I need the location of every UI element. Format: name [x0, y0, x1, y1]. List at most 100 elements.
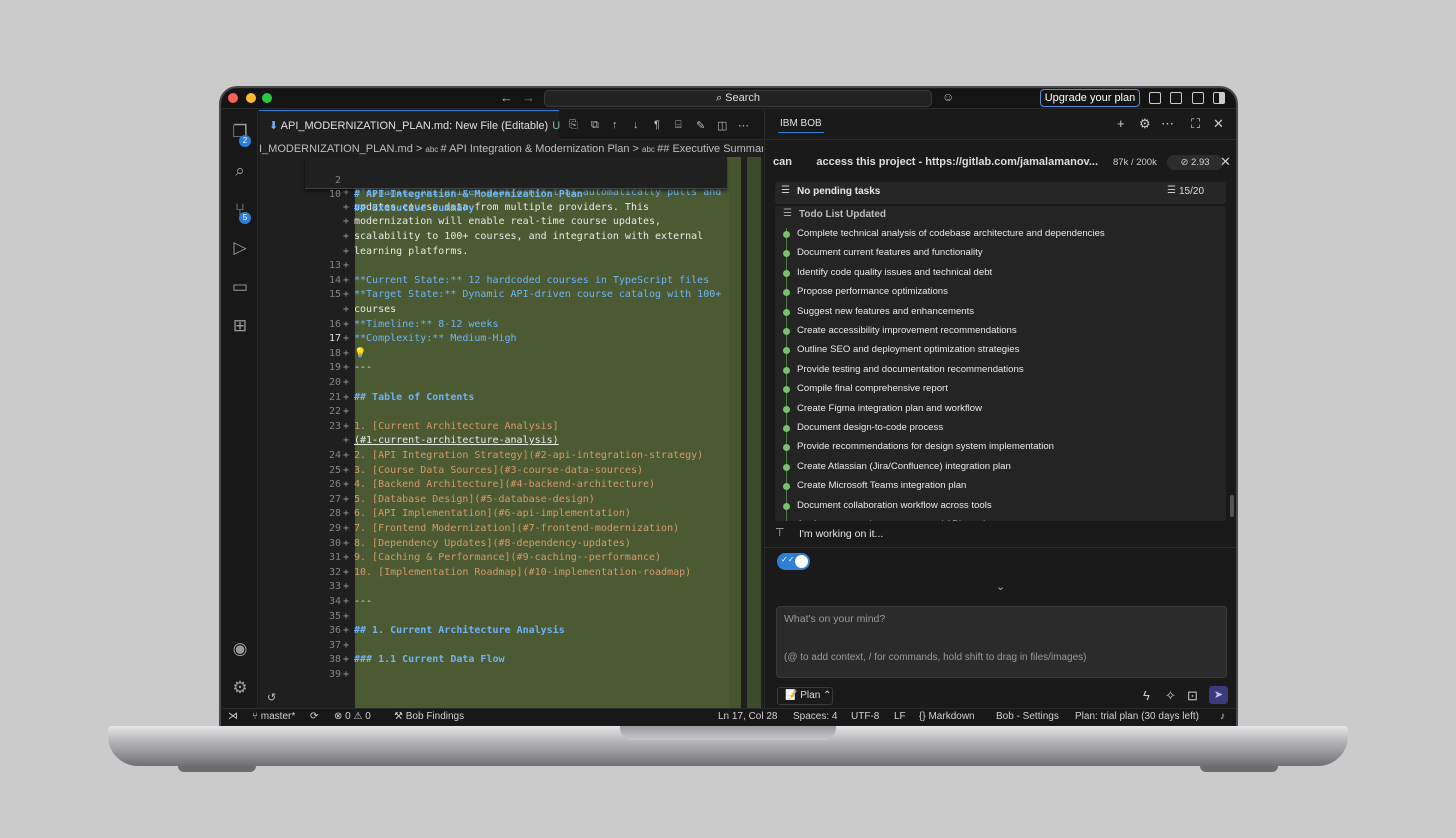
- more-actions-icon[interactable]: ⋯: [738, 119, 749, 132]
- new-task-plus-icon[interactable]: +: [1117, 117, 1125, 131]
- end-of-line[interactable]: LF: [894, 709, 906, 725]
- settings-gear-icon[interactable]: ⚙: [230, 678, 250, 698]
- close-window-button[interactable]: [228, 93, 238, 103]
- todo-text: Compile final comprehensive report: [797, 383, 948, 395]
- revert-icon[interactable]: ↺: [267, 691, 276, 704]
- line-number: 20: [328, 377, 341, 388]
- copilot-icon[interactable]: ☺: [942, 90, 954, 104]
- toggle-secondary-sidebar-icon[interactable]: [1213, 92, 1225, 104]
- branch-indicator[interactable]: ⑂ master*: [252, 709, 295, 725]
- breadcrumb-section-1[interactable]: abc # API Integration & Modernization Pl…: [425, 143, 629, 155]
- plan-status[interactable]: Plan: trial plan (30 days left): [1075, 709, 1199, 725]
- line-number: 25: [328, 464, 341, 476]
- ibm-bob-panel: IBM BOB + ⚙ ⋯ ⛶ ✕ can access this projec…: [764, 110, 1235, 708]
- account-icon[interactable]: ◉: [230, 639, 250, 659]
- line-text: ### 1.1 Current Data Flow: [354, 654, 505, 666]
- editor-tab-bar: ⬇ API_MODERNIZATION_PLAN.md: New File (E…: [259, 110, 763, 140]
- line-number: 26: [328, 479, 341, 491]
- chat-input[interactable]: What's on your mind? (@ to add context, …: [776, 606, 1227, 678]
- run-debug-icon[interactable]: ▷: [230, 238, 250, 258]
- extensions-icon[interactable]: ⊞: [230, 316, 250, 336]
- auto-approve-toggle[interactable]: ✓✓: [777, 553, 810, 570]
- bob-findings[interactable]: ⚒ Bob Findings: [394, 709, 464, 725]
- language-mode[interactable]: {} Markdown: [919, 709, 975, 725]
- completed-dot-icon: [783, 386, 790, 394]
- completed-dot-icon: [783, 425, 790, 432]
- compare-icon[interactable]: ⧉: [591, 119, 599, 132]
- panel-title[interactable]: IBM BOB: [778, 116, 824, 133]
- code-line: 39 +: [259, 668, 739, 683]
- remote-icon[interactable]: ⋊: [228, 709, 238, 725]
- panel-settings-gear-icon[interactable]: ⚙: [1139, 117, 1151, 131]
- todo-text: Create accessibility improvement recomme…: [797, 325, 1017, 336]
- forward-arrow-icon[interactable]: →: [522, 90, 535, 105]
- breadcrumb-file[interactable]: I_MODERNIZATION_PLAN.md: [259, 143, 413, 155]
- send-button[interactable]: ➤: [1209, 686, 1228, 704]
- open-preview-icon[interactable]: ⌸: [675, 119, 682, 132]
- breadcrumb: I_MODERNIZATION_PLAN.md > abc # API Inte…: [259, 141, 763, 157]
- pending-tasks-bar[interactable]: ☰ No pending tasks ☰ 15/20: [775, 182, 1226, 204]
- code-line: 38 + ### 1.1 Current Data Flow: [259, 653, 739, 668]
- added-marker: +: [343, 523, 350, 534]
- sticky-scroll-header[interactable]: 2 # API Integration & Modernization Plan…: [305, 157, 727, 214]
- todo-text: Document current features and functional…: [797, 247, 983, 259]
- cursor-position[interactable]: Ln 17, Col 28: [718, 709, 778, 725]
- maximize-window-button[interactable]: [262, 93, 272, 103]
- sync-icon[interactable]: ⟳: [310, 709, 318, 725]
- added-marker: +: [343, 391, 350, 403]
- indentation[interactable]: Spaces: 4: [793, 709, 837, 725]
- lightning-icon[interactable]: ϟ: [1143, 688, 1150, 703]
- heading-symbol-icon: abc: [425, 145, 441, 154]
- show-whitespace-icon[interactable]: ¶: [654, 119, 660, 131]
- previous-change-icon[interactable]: ↑: [612, 119, 618, 131]
- magic-wand-icon[interactable]: ✎: [696, 119, 705, 132]
- toggle-sidebar-icon[interactable]: [1170, 92, 1182, 104]
- todo-item: Provide recommendations for design syste…: [775, 438, 1226, 457]
- line-number: 13: [328, 260, 341, 272]
- open-changes-icon[interactable]: ⎘: [569, 119, 578, 132]
- chat-input-hint: (@ to add context, / for commands, hold …: [784, 652, 1087, 663]
- code-line: 14 + **Current State:** 12 hardcoded cours…: [259, 274, 739, 289]
- bob-settings[interactable]: Bob - Settings: [996, 709, 1059, 725]
- maximize-panel-icon[interactable]: ⛶: [1191, 117, 1200, 131]
- problems-indicator[interactable]: ⊗ 0 ⚠ 0: [334, 709, 371, 725]
- upgrade-plan-button[interactable]: Upgrade your plan: [1040, 89, 1140, 107]
- split-editor-icon[interactable]: ◫: [717, 119, 727, 132]
- command-search-box[interactable]: ⌕ Search: [544, 90, 932, 107]
- code-view[interactable]: 11+12+Transform ThinkAI Studio from a st…: [259, 157, 763, 708]
- todo-item: Compile final comprehensive report: [775, 380, 1226, 399]
- code-line: + updates course data from multiple provi…: [259, 201, 739, 216]
- token-usage: 87k / 200k: [1113, 157, 1157, 168]
- code-line: 20 +: [259, 376, 739, 391]
- code-line: 34 + ---: [259, 595, 739, 610]
- next-change-icon[interactable]: ↓: [633, 119, 639, 131]
- todo-text: Identify code quality issues and technic…: [797, 266, 993, 278]
- added-marker: +: [343, 216, 350, 228]
- add-image-icon[interactable]: ⊡: [1187, 688, 1198, 704]
- sticky-line: 10 ## Executive Summary: [259, 173, 739, 215]
- panel-scrollbar[interactable]: [1230, 495, 1234, 517]
- notifications-icon[interactable]: ♪: [1220, 709, 1225, 725]
- minimize-window-button[interactable]: [246, 93, 256, 103]
- panel-more-icon[interactable]: ⋯: [1161, 117, 1174, 131]
- search-icon[interactable]: ⌕: [230, 161, 250, 181]
- remote-explorer-icon[interactable]: ▭: [230, 277, 250, 297]
- layout-panels-icon[interactable]: [1149, 92, 1161, 104]
- coins-icon: ⊘: [1180, 157, 1192, 168]
- breadcrumb-separator: >: [632, 143, 639, 155]
- mode-select-button[interactable]: 📝 Plan ⌃: [777, 687, 833, 705]
- chevron-down-icon[interactable]: ⌄: [996, 580, 1005, 593]
- close-panel-icon[interactable]: ✕: [1213, 117, 1224, 131]
- back-arrow-icon[interactable]: ←: [500, 90, 513, 105]
- editor-tab-api-modernization[interactable]: ⬇ API_MODERNIZATION_PLAN.md: New File (E…: [259, 110, 560, 140]
- minimap[interactable]: [747, 157, 761, 708]
- completed-dot-icon: [783, 347, 790, 355]
- added-marker: +: [343, 231, 350, 242]
- sparkle-icon[interactable]: ✧: [1165, 688, 1176, 704]
- breadcrumb-section-2[interactable]: abc ## Executive Summary: [642, 143, 763, 155]
- line-text: 4. [Backend Architecture](#4-backend-arc…: [354, 479, 656, 491]
- task-title[interactable]: can access this project - https://gitlab…: [773, 156, 1098, 168]
- close-task-icon[interactable]: ✕: [1220, 154, 1231, 170]
- encoding[interactable]: UTF-8: [851, 709, 879, 725]
- toggle-panel-icon[interactable]: [1192, 92, 1204, 104]
